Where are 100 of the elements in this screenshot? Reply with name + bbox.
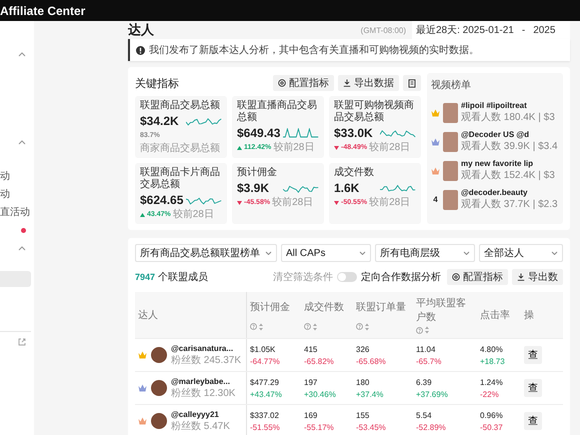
change-value: +37.4% bbox=[356, 390, 384, 398]
download-icon bbox=[517, 273, 525, 281]
filter-dropdown[interactable]: 所有电商层级 bbox=[375, 244, 475, 262]
filter-dropdown[interactable]: All CAPs bbox=[281, 244, 371, 262]
sparkline bbox=[186, 116, 222, 126]
sort-icon[interactable] bbox=[365, 322, 369, 330]
external-link-icon[interactable] bbox=[18, 338, 26, 346]
video-title[interactable]: #lipoil #lipoiltreat bbox=[461, 101, 555, 110]
date-range-picker[interactable]: 最近28天: 2025-01-21 - 2025 bbox=[412, 21, 570, 39]
sort-icon[interactable] bbox=[313, 322, 317, 330]
sidebar-item[interactable]: 动 bbox=[0, 169, 10, 183]
metric-value: $33.0K bbox=[334, 126, 373, 140]
follower-count: 粉丝数 5.47K bbox=[171, 420, 230, 432]
filter-dropdown[interactable]: 所有商品交易总额联盟榜单 bbox=[135, 244, 277, 262]
caret-icon bbox=[265, 250, 272, 256]
crown-icon bbox=[431, 108, 440, 116]
creator-handle[interactable]: @calleyyy21 bbox=[171, 410, 230, 418]
video-stats: 观看人数 37.7K | $2.3 bbox=[461, 198, 558, 211]
avatar bbox=[151, 380, 167, 396]
settings-icon bbox=[452, 273, 460, 281]
column-header: 达人 bbox=[138, 308, 158, 322]
caret-icon bbox=[463, 250, 470, 256]
photo-placeholder[interactable] bbox=[443, 132, 458, 152]
configure-metrics-button[interactable]: 配置指标 bbox=[447, 269, 508, 285]
comparison-label: 较前28日 bbox=[273, 142, 314, 153]
metric-label: 联盟可购物视频商品交易总额 bbox=[334, 100, 415, 124]
table-cell-text: 1.24% bbox=[480, 378, 504, 386]
download-icon bbox=[343, 79, 351, 87]
crown-icon bbox=[431, 166, 440, 174]
change-value: +30.46% bbox=[304, 390, 337, 398]
photo-placeholder[interactable] bbox=[443, 102, 458, 122]
table-cell-text: 6.39 bbox=[416, 378, 433, 386]
info-icon bbox=[136, 46, 145, 54]
column-header: 平均联盟客户数 bbox=[416, 296, 467, 324]
change-value: +18.73 bbox=[480, 356, 506, 366]
photo-placeholder[interactable] bbox=[443, 190, 458, 210]
panel-title: 视频榜单 bbox=[431, 78, 472, 92]
sidebar-item[interactable]: 直活动 bbox=[0, 205, 30, 219]
sort-icon[interactable] bbox=[259, 322, 263, 330]
filter-dropdown[interactable]: 全部达人 bbox=[479, 244, 563, 262]
video-stats: 观看人数 39.9K | $3.4 bbox=[461, 140, 558, 153]
down-arrow-icon bbox=[334, 200, 339, 204]
video-title[interactable]: @Decoder US @d bbox=[461, 130, 558, 139]
view-button[interactable]: 查 bbox=[524, 379, 542, 397]
chevron-icon[interactable] bbox=[18, 51, 26, 57]
sidebar-item[interactable]: 动 bbox=[0, 187, 10, 201]
crown-icon bbox=[431, 138, 440, 146]
metric-label: 联盟直播商品交易总额 bbox=[237, 100, 318, 124]
view-button[interactable]: 查 bbox=[524, 346, 542, 364]
video-title[interactable]: @decoder.beauty bbox=[461, 188, 558, 197]
comparison-label: 较前28日 bbox=[369, 142, 410, 153]
chevron-icon[interactable] bbox=[18, 139, 26, 145]
page-title: 达人 bbox=[128, 21, 154, 39]
table-cell-text: 180 bbox=[356, 378, 370, 386]
crown-icon bbox=[138, 417, 147, 425]
export-data-button[interactable]: 导出数据 bbox=[338, 75, 399, 91]
change-value: -50.37 bbox=[480, 422, 504, 432]
toggle-label: 定向合作数据分析 bbox=[361, 270, 441, 284]
metric-value: $3.9K bbox=[237, 181, 270, 195]
table-cell-text: 197 bbox=[304, 378, 318, 386]
metric-value: $624.65 bbox=[140, 193, 184, 207]
date-end: 2025 bbox=[533, 24, 556, 36]
photo-placeholder[interactable] bbox=[443, 160, 458, 180]
change-value: -22% bbox=[480, 390, 500, 398]
change-value: -64.77% bbox=[250, 356, 281, 366]
configure-metrics-button[interactable]: 配置指标 bbox=[273, 75, 334, 91]
chevron-icon[interactable] bbox=[18, 245, 26, 251]
column-header: 预计佣金 bbox=[250, 300, 290, 314]
crown-icon bbox=[138, 351, 147, 359]
metric-label: 预计佣金 bbox=[237, 167, 278, 179]
change-value: -51.55% bbox=[250, 422, 281, 432]
export-button[interactable]: 导出数 bbox=[512, 269, 563, 285]
view-button[interactable]: 查 bbox=[524, 412, 542, 430]
settings-icon bbox=[278, 79, 286, 87]
sparkline bbox=[283, 128, 319, 138]
up-arrow-icon bbox=[237, 146, 242, 150]
sort-icon[interactable] bbox=[425, 326, 429, 334]
table-cell-text: 415 bbox=[304, 344, 318, 354]
metric-value: $649.43 bbox=[237, 126, 280, 140]
help-icon[interactable] bbox=[304, 323, 311, 330]
help-icon[interactable] bbox=[356, 323, 363, 330]
help-icon[interactable] bbox=[250, 323, 257, 330]
creator-handle[interactable]: @carisanatura... bbox=[171, 344, 242, 352]
notification-dot bbox=[21, 228, 26, 232]
member-count-label: 个联盟成员 bbox=[158, 270, 208, 284]
video-title[interactable]: my new favorite lip bbox=[461, 159, 555, 168]
table-cell-text: 169 bbox=[304, 410, 318, 420]
section-title: 关键指标 bbox=[135, 76, 179, 90]
comparison-label: 较前28日 bbox=[369, 197, 410, 208]
toggle-switch[interactable] bbox=[337, 272, 357, 282]
sparkline bbox=[186, 194, 222, 206]
table-cell-text: 5.54 bbox=[416, 410, 433, 420]
table-cell-text: $337.02 bbox=[250, 410, 280, 420]
creator-handle[interactable]: @marleybabe... bbox=[171, 376, 236, 386]
change-value: -65.7% bbox=[416, 356, 442, 366]
document-button[interactable] bbox=[403, 75, 421, 91]
metric-value: 1.6K bbox=[334, 181, 360, 195]
metric-label: 联盟商品卡片商品交易总额 bbox=[140, 167, 221, 191]
help-icon[interactable] bbox=[416, 326, 423, 334]
change-value: +37.69% bbox=[416, 390, 449, 398]
